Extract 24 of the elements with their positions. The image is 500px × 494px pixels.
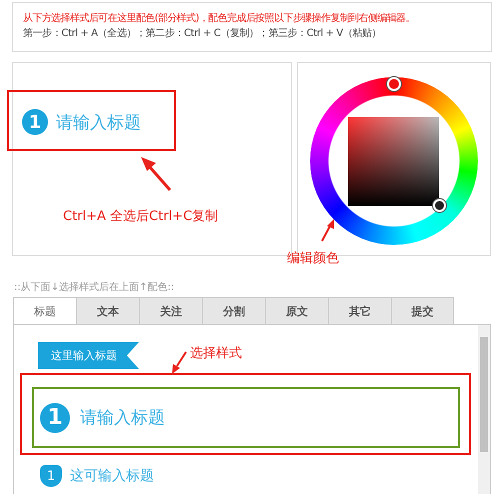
tab[interactable]: 原文 — [265, 297, 328, 325]
style-title: 请输入标题 — [80, 407, 165, 429]
annotation-arrow — [141, 157, 172, 191]
annotation-arrow — [321, 219, 334, 242]
tab[interactable]: 分割 — [202, 297, 265, 325]
scrollbar[interactable] — [478, 325, 490, 494]
saturation-square[interactable] — [348, 117, 439, 206]
hue-handle[interactable] — [387, 77, 401, 91]
tab[interactable]: 关注 — [139, 297, 202, 325]
annotation-text: Ctrl+A 全选后Ctrl+C复制 — [63, 208, 218, 225]
instruction-steps: 第一步：Ctrl + A（全选）；第二步：Ctrl + C（复制）；第三步：Ctrl + V（粘贴） — [23, 26, 483, 41]
annotation-arrow — [172, 351, 187, 374]
color-handle[interactable] — [433, 199, 446, 212]
tab[interactable]: 标题 — [13, 297, 76, 325]
tab[interactable]: 文本 — [76, 297, 139, 325]
number-badge-icon: 1 — [40, 465, 62, 487]
annotation-text: 编辑颜色 — [287, 250, 339, 267]
number-icon: 1 — [40, 402, 70, 432]
tab[interactable]: 其它 — [328, 297, 391, 325]
annotation-text: 选择样式 — [190, 345, 242, 362]
instruction-note: 从下方选择样式后可在这里配色(部分样式)，配色完成后按照以下步骤操作复制到右侧编辑器。 — [23, 12, 416, 26]
tab[interactable]: 提交 — [391, 297, 454, 325]
number-icon: 1 — [22, 109, 48, 135]
style-hint: ::从下面↓选择样式后在上面↑配色:: — [14, 281, 176, 295]
